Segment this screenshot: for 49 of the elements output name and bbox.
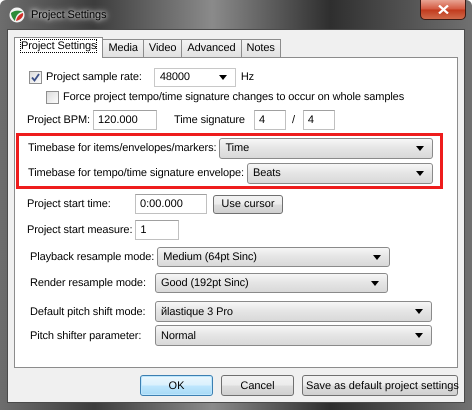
dropdown[interactable]: Time bbox=[219, 138, 433, 158]
checkbox-label: Project sample rate: bbox=[46, 71, 142, 83]
window-title: Project Settings bbox=[31, 8, 106, 20]
close-button[interactable] bbox=[420, 0, 466, 20]
tab[interactable]: Notes bbox=[240, 39, 281, 57]
close-icon bbox=[438, 5, 448, 14]
field-label: Timebase for tempo/time signature envelope: bbox=[28, 167, 246, 179]
input-field[interactable]: 0:00.000 bbox=[135, 194, 207, 214]
field-label: Playback resample mode: bbox=[30, 251, 156, 263]
dropdown[interactable]: Medium (64pt Sinc) bbox=[157, 247, 390, 267]
dropdown[interactable]: Good (192pt Sinc) bbox=[155, 273, 388, 293]
input-field[interactable]: 4 bbox=[254, 110, 286, 130]
button[interactable]: OK bbox=[140, 375, 213, 396]
field-label: Render resample mode: bbox=[30, 277, 147, 289]
field-label: Timebase for items/envelopes/markers: bbox=[28, 142, 218, 154]
dropdown-arrow-icon bbox=[218, 74, 227, 80]
button[interactable]: Use cursor bbox=[213, 194, 283, 214]
tab[interactable]: Media bbox=[102, 39, 144, 57]
field-label: Project BPM: bbox=[27, 114, 91, 126]
button[interactable]: Cancel bbox=[221, 375, 294, 396]
checkbox[interactable] bbox=[46, 90, 59, 104]
input-field[interactable]: 1 bbox=[135, 220, 180, 240]
dropdown-arrow-icon bbox=[416, 170, 424, 176]
dropdown[interactable]: 48000 bbox=[154, 68, 236, 86]
input-field[interactable]: 4 bbox=[302, 110, 335, 130]
field-label: Default pitch shift mode: bbox=[30, 306, 147, 318]
dropdown[interactable]: Normal bbox=[155, 325, 432, 346]
checkbox-label: Force project tempo/time signature changes to occur on whole samples bbox=[63, 91, 404, 103]
dropdown[interactable]: йlastique 3 Pro bbox=[155, 301, 432, 322]
field-label: Project start measure: bbox=[27, 224, 134, 236]
tab[interactable]: Video bbox=[142, 39, 182, 57]
dropdown-arrow-icon bbox=[373, 254, 382, 260]
input-field[interactable]: 120.000 bbox=[93, 110, 157, 130]
dropdown[interactable]: Beats bbox=[247, 162, 433, 184]
checkmark-icon bbox=[31, 72, 40, 82]
button[interactable]: Save as default project settings bbox=[302, 375, 458, 396]
checkbox[interactable] bbox=[29, 70, 42, 84]
field-label: Hz bbox=[240, 71, 256, 83]
field-label: Pitch shifter parameter: bbox=[30, 330, 142, 342]
field-label: / bbox=[292, 114, 296, 126]
tab[interactable]: Advanced bbox=[181, 39, 242, 57]
tab[interactable]: Project Settings bbox=[14, 37, 104, 58]
field-label: Time signature bbox=[174, 114, 246, 126]
dropdown-arrow-icon bbox=[415, 333, 423, 338]
dropdown-arrow-icon bbox=[415, 309, 423, 314]
field-label: Project start time: bbox=[27, 198, 112, 210]
dropdown-arrow-icon bbox=[416, 146, 424, 150]
app-logo-icon bbox=[9, 6, 25, 22]
dropdown-arrow-icon bbox=[371, 280, 379, 286]
